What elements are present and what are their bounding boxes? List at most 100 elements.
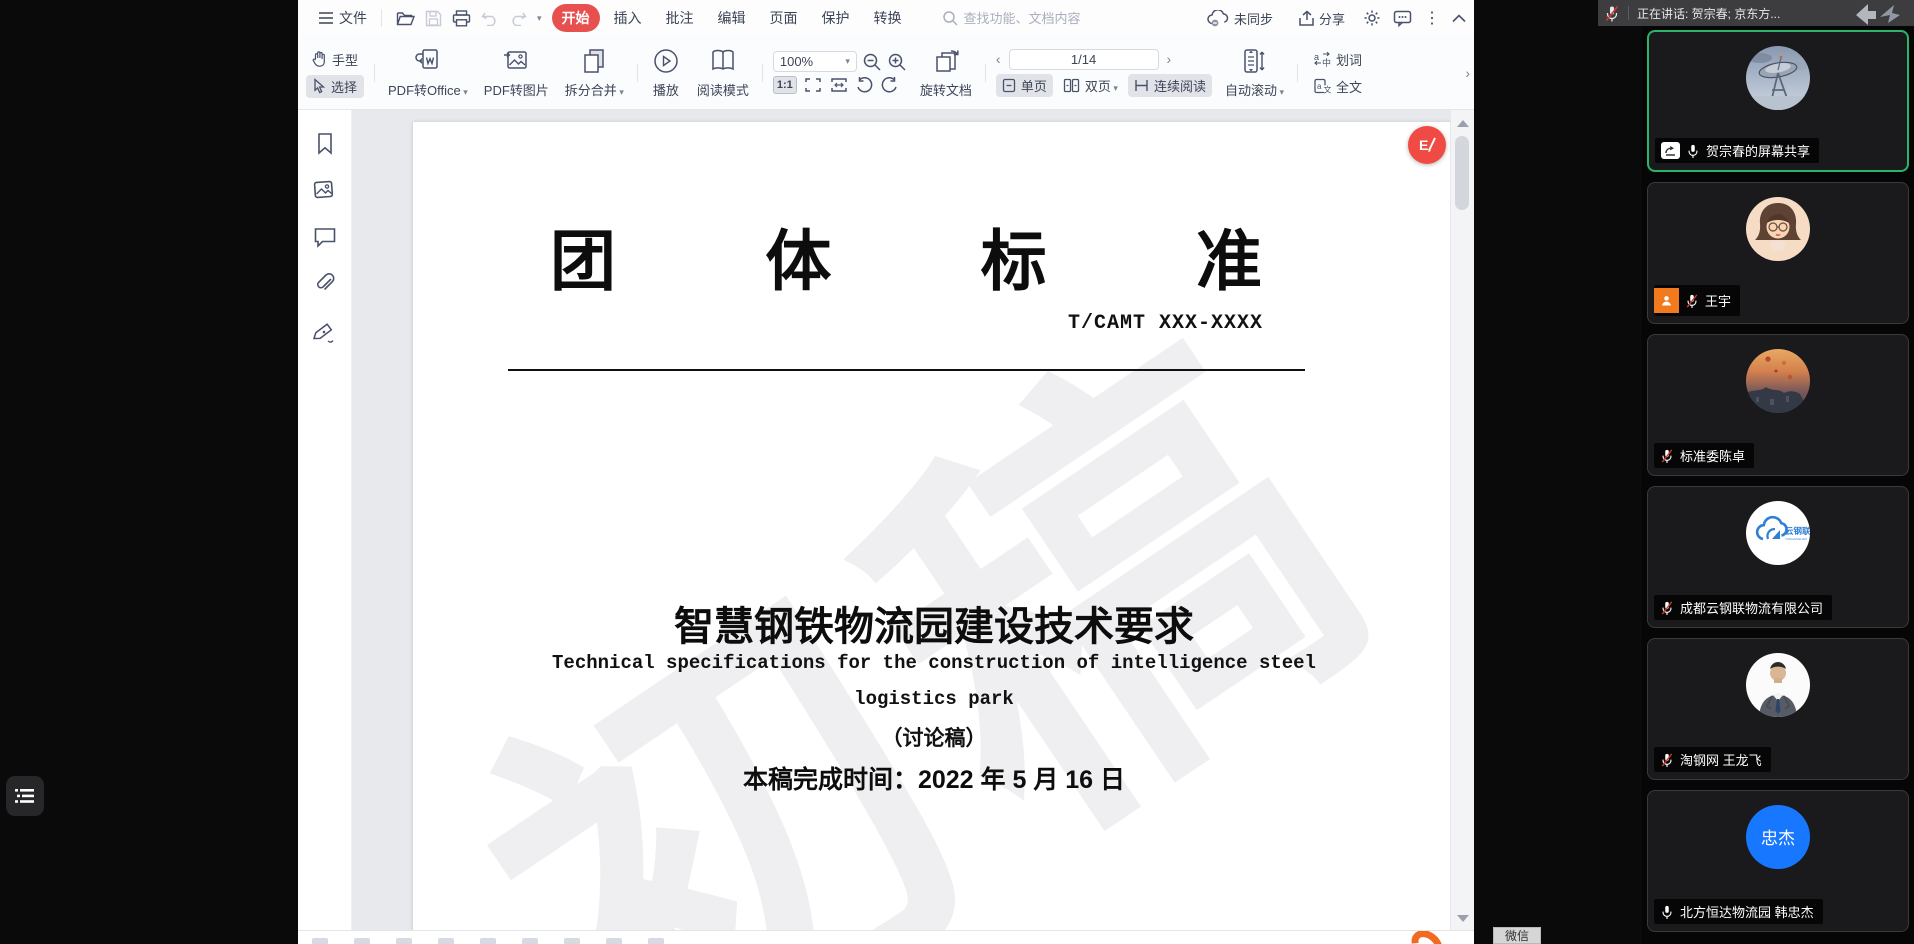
document-title-en-line1: Technical specifications for the constru… — [413, 652, 1455, 674]
continuous-read-button[interactable]: 连续阅读 — [1128, 74, 1212, 97]
participant-tile-yunganglian[interactable]: 云钢联YUNGANGLIAN 成都云钢联物流有限公司 — [1647, 486, 1909, 628]
zoom-level-value: 100% — [780, 54, 813, 69]
split-merge-button[interactable]: 拆分合并 ▾ — [558, 42, 631, 103]
tab-comment[interactable]: 批注 — [656, 4, 704, 32]
participant-name-bar: 标准委陈卓 — [1654, 443, 1754, 468]
divider — [381, 9, 382, 27]
rotate-left-icon[interactable] — [855, 76, 874, 94]
avatar-illustrated-woman — [1746, 197, 1810, 261]
settings-gear-icon[interactable] — [1363, 9, 1381, 27]
translate-floating-badge[interactable]: E — [1408, 126, 1446, 164]
attachment-icon[interactable] — [313, 272, 337, 296]
rotate-document-label: 旋转文档 — [920, 80, 972, 99]
vertical-scrollbar[interactable] — [1450, 110, 1474, 930]
single-page-button[interactable]: 单页 — [996, 74, 1053, 97]
fit-width-icon[interactable] — [829, 76, 849, 94]
sync-status[interactable]: 未同步 — [1201, 5, 1279, 32]
orange-logo-arc — [1406, 930, 1449, 944]
pdf-to-office-button[interactable]: PDF转Office ▾ — [381, 42, 475, 103]
play-button[interactable]: 播放 — [644, 42, 688, 103]
zoom-in-icon[interactable] — [887, 52, 907, 72]
toolbar: 手型 选择 PDF转Office ▾ PDF转图片 拆分合并 ▾ 播放 阅 — [298, 36, 1474, 110]
redo-icon-disabled[interactable] — [509, 11, 527, 26]
page-indicator[interactable]: 1/14 — [1009, 49, 1159, 70]
open-book-icon — [707, 46, 739, 76]
translate-group: a中 划词 a文 全文 — [1304, 48, 1378, 98]
logo-subtext: YUNGANGLIAN — [1785, 537, 1807, 541]
zoom-group: 100% ▾ 1:1 — [769, 51, 911, 94]
participant-name-bar: 北方恒达物流园 韩忠杰 — [1654, 899, 1823, 924]
read-mode-label: 阅读模式 — [697, 80, 749, 99]
collapse-toolbar-icon[interactable] — [1452, 14, 1466, 23]
participant-name: 成都云钢联物流有限公司 — [1680, 598, 1823, 617]
mic-muted-icon — [1685, 293, 1699, 309]
tab-convert[interactable]: 转换 — [864, 4, 912, 32]
rotate-right-icon[interactable] — [880, 76, 899, 94]
tab-insert[interactable]: 插入 — [604, 4, 652, 32]
participant-tile-hezongchun[interactable]: 贺宗春的屏幕共享 — [1647, 30, 1909, 172]
share-button[interactable]: 分享 — [1291, 5, 1351, 32]
feedback-chat-icon[interactable] — [1393, 10, 1412, 27]
window-controls: 未同步 分享 ⋮ — [1201, 5, 1466, 32]
fit-page-icon[interactable] — [803, 76, 823, 94]
word-translate-button[interactable]: a中 划词 — [1308, 48, 1374, 71]
save-icon-disabled[interactable] — [425, 10, 442, 27]
participant-tile-hanzhongjie[interactable]: 忠杰 北方恒达物流园 韩忠杰 — [1647, 790, 1909, 932]
participant-tile-wanglongfei[interactable]: 淘钢网 王龙飞 — [1647, 638, 1909, 780]
comment-panel-icon[interactable] — [313, 226, 337, 248]
divider — [637, 64, 638, 82]
page-nav-group: ‹ 1/14 › 单页 双页 ▾ 连续阅读 — [992, 49, 1216, 97]
zoom-dropdown-icon: ▾ — [845, 56, 850, 67]
hand-icon — [312, 51, 327, 67]
split-merge-icon — [579, 46, 609, 76]
word-translate-icon: a中 — [1314, 51, 1331, 67]
double-page-button[interactable]: 双页 ▾ — [1057, 74, 1124, 97]
zoom-out-icon[interactable] — [862, 52, 882, 72]
bookmark-icon[interactable] — [314, 132, 336, 156]
previous-page-icon[interactable]: ‹ — [996, 51, 1001, 67]
scroll-up-arrow[interactable] — [1457, 120, 1469, 127]
document-outline-button[interactable] — [6, 776, 44, 816]
standard-header: 团 体 标 准 — [550, 208, 1262, 304]
mic-muted-icon — [1660, 448, 1674, 464]
auto-scroll-label: 自动滚动 ▾ — [1225, 80, 1284, 99]
tab-protect[interactable]: 保护 — [812, 4, 860, 32]
rotate-document-button[interactable]: 旋转文档 — [913, 42, 979, 103]
statusbar-partial-icons — [312, 938, 664, 944]
next-page-icon[interactable]: › — [1167, 51, 1172, 67]
image-panel-icon[interactable] — [313, 180, 337, 202]
more-options-icon[interactable]: ⋮ — [1424, 8, 1440, 28]
hand-tool-button[interactable]: 手型 — [306, 48, 364, 71]
participant-name-bar: 王宇 — [1654, 285, 1740, 316]
pdf-to-office-icon — [413, 46, 443, 76]
document-viewport[interactable]: 初稿 团 体 标 准 T/CAMT XXX-XXXX 智慧钢铁物流园建设技术要求… — [352, 110, 1474, 930]
draft-label: （讨论稿） — [413, 722, 1455, 752]
tab-home[interactable]: 开始 — [552, 4, 600, 32]
read-mode-button[interactable]: 阅读模式 — [690, 42, 756, 103]
tab-page[interactable]: 页面 — [760, 4, 808, 32]
select-tool-button[interactable]: 选择 — [306, 75, 364, 98]
scrollbar-thumb[interactable] — [1455, 136, 1469, 210]
participant-tile-chenzhuo[interactable]: 标准委陈卓 — [1647, 334, 1909, 476]
quick-access-dropdown-icon[interactable]: ▾ — [537, 13, 542, 24]
auto-scroll-button[interactable]: 自动滚动 ▾ — [1218, 42, 1291, 103]
undo-icon-disabled[interactable] — [481, 11, 499, 26]
full-translate-button[interactable]: a文 全文 — [1308, 75, 1374, 98]
mic-muted-icon[interactable] — [1604, 5, 1620, 22]
search-box[interactable] — [942, 10, 1114, 26]
actual-size-button[interactable]: 1:1 — [773, 76, 797, 94]
divider — [1628, 6, 1629, 20]
participant-tile-wangyu[interactable]: 王宇 — [1647, 182, 1909, 324]
tab-edit[interactable]: 编辑 — [708, 4, 756, 32]
pdf-to-image-button[interactable]: PDF转图片 — [477, 42, 556, 103]
zoom-level-select[interactable]: 100% ▾ — [773, 51, 857, 72]
participant-name: 标准委陈卓 — [1680, 446, 1745, 465]
toolbar-expand-icon[interactable]: › — [1465, 65, 1470, 81]
scroll-down-arrow[interactable] — [1457, 915, 1469, 922]
open-file-icon[interactable] — [396, 10, 415, 27]
file-menu[interactable]: 文件 — [312, 4, 373, 32]
avatar-radio-telescope — [1746, 46, 1810, 110]
print-icon[interactable] — [452, 10, 471, 27]
signature-pen-icon[interactable] — [312, 320, 338, 344]
search-input[interactable] — [964, 11, 1114, 26]
